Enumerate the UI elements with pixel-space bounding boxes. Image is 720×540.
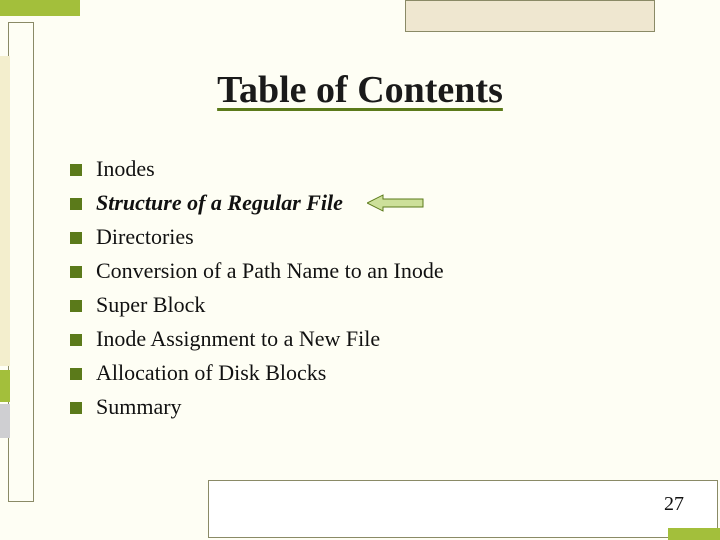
- square-bullet-icon: [70, 334, 82, 346]
- page-title: Table of Contents: [0, 68, 720, 112]
- square-bullet-icon: [70, 402, 82, 414]
- decor-bottom-box: [208, 480, 718, 538]
- list-item-label: Inodes: [96, 156, 155, 182]
- list-item: Summary: [70, 393, 630, 421]
- list-item: Inodes: [70, 155, 630, 183]
- list-item-label: Allocation of Disk Blocks: [96, 360, 326, 386]
- list-item-label: Conversion of a Path Name to an Inode: [96, 258, 444, 284]
- list-item: Super Block: [70, 291, 630, 319]
- decor-bottom-olive-bar: [668, 528, 720, 540]
- decor-left-olive-strip: [0, 370, 10, 402]
- square-bullet-icon: [70, 368, 82, 380]
- slide: Table of Contents Inodes Structure of a …: [0, 0, 720, 540]
- list-item-label: Inode Assignment to a New File: [96, 326, 380, 352]
- page-number: 27: [664, 493, 684, 516]
- list-item: Allocation of Disk Blocks: [70, 359, 630, 387]
- square-bullet-icon: [70, 300, 82, 312]
- square-bullet-icon: [70, 198, 82, 210]
- list-item-label: Directories: [96, 224, 194, 250]
- decor-left-gray-strip: [0, 404, 10, 438]
- square-bullet-icon: [70, 164, 82, 176]
- square-bullet-icon: [70, 266, 82, 278]
- list-item-label: Super Block: [96, 292, 205, 318]
- square-bullet-icon: [70, 232, 82, 244]
- decor-top-olive-bar: [0, 0, 80, 16]
- toc-list: Inodes Structure of a Regular File Direc…: [70, 155, 630, 427]
- decor-top-right-box: [405, 0, 655, 32]
- list-item-label: Summary: [96, 394, 182, 420]
- list-item: Structure of a Regular File: [70, 189, 630, 217]
- left-arrow-icon: [367, 193, 425, 213]
- list-item: Conversion of a Path Name to an Inode: [70, 257, 630, 285]
- list-item: Directories: [70, 223, 630, 251]
- list-item-label: Structure of a Regular File: [96, 190, 343, 216]
- list-item: Inode Assignment to a New File: [70, 325, 630, 353]
